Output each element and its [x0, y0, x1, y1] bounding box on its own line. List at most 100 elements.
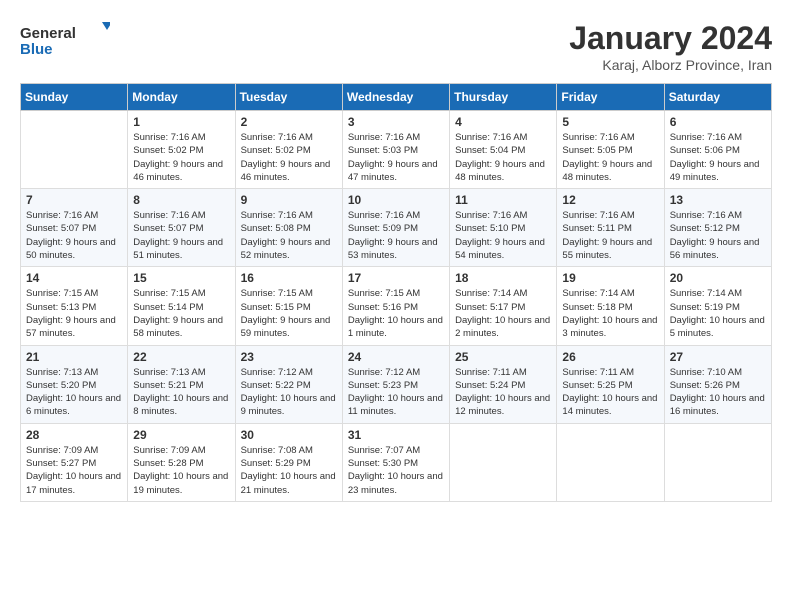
subtitle: Karaj, Alborz Province, Iran [569, 57, 772, 73]
day-number: 4 [455, 115, 551, 129]
day-number: 1 [133, 115, 229, 129]
calendar-cell: 3Sunrise: 7:16 AMSunset: 5:03 PMDaylight… [342, 111, 449, 189]
day-number: 15 [133, 271, 229, 285]
day-number: 3 [348, 115, 444, 129]
cell-content: Sunrise: 7:12 AMSunset: 5:23 PMDaylight:… [348, 366, 444, 419]
header: General Blue January 2024 Karaj, Alborz … [20, 20, 772, 73]
cell-content: Sunrise: 7:16 AMSunset: 5:11 PMDaylight:… [562, 209, 658, 262]
main-title: January 2024 [569, 20, 772, 57]
header-day-monday: Monday [128, 84, 235, 111]
header-day-saturday: Saturday [664, 84, 771, 111]
cell-content: Sunrise: 7:11 AMSunset: 5:25 PMDaylight:… [562, 366, 658, 419]
svg-text:General: General [20, 25, 76, 42]
day-number: 18 [455, 271, 551, 285]
day-number: 21 [26, 350, 122, 364]
day-number: 29 [133, 428, 229, 442]
calendar-cell: 5 Sunrise: 7:16 AMSunset: 5:05 PMDaylight… [557, 111, 664, 189]
cell-content: Sunrise: 7:15 AMSunset: 5:13 PMDaylight:… [26, 287, 122, 340]
logo: General Blue [20, 20, 110, 60]
cell-content: Sunrise: 7:11 AMSunset: 5:24 PMDaylight:… [455, 366, 551, 419]
cell-content: Sunrise: 7:16 AMSunset: 5:09 PMDaylight:… [348, 209, 444, 262]
cell-content: Sunrise: 7:15 AMSunset: 5:16 PMDaylight:… [348, 287, 444, 340]
day-number: 22 [133, 350, 229, 364]
week-row-1: 7 Sunrise: 7:16 AMSunset: 5:07 PMDaylight… [21, 189, 772, 267]
week-row-4: 28 Sunrise: 7:09 AMSunset: 5:27 PMDayligh… [21, 423, 772, 501]
calendar-cell: 26 Sunrise: 7:11 AMSunset: 5:25 PMDayligh… [557, 345, 664, 423]
header-day-thursday: Thursday [450, 84, 557, 111]
cell-content: Sunrise: 7:16 AMSunset: 5:12 PMDaylight:… [670, 209, 766, 262]
day-number: 26 [562, 350, 658, 364]
calendar-cell [450, 423, 557, 501]
calendar-cell: 20 Sunrise: 7:14 AMSunset: 5:19 PMDayligh… [664, 267, 771, 345]
cell-content: Sunrise: 7:16 AMSunset: 5:05 PMDaylight:… [562, 131, 658, 184]
calendar-cell: 31Sunrise: 7:07 AMSunset: 5:30 PMDayligh… [342, 423, 449, 501]
cell-content: Sunrise: 7:16 AMSunset: 5:07 PMDaylight:… [26, 209, 122, 262]
day-number: 17 [348, 271, 444, 285]
week-row-2: 14 Sunrise: 7:15 AMSunset: 5:13 PMDayligh… [21, 267, 772, 345]
cell-content: Sunrise: 7:13 AMSunset: 5:21 PMDaylight:… [133, 366, 229, 419]
cell-content: Sunrise: 7:14 AMSunset: 5:18 PMDaylight:… [562, 287, 658, 340]
day-number: 25 [455, 350, 551, 364]
cell-content: Sunrise: 7:07 AMSunset: 5:30 PMDaylight:… [348, 444, 444, 497]
day-number: 6 [670, 115, 766, 129]
title-area: January 2024 Karaj, Alborz Province, Ira… [569, 20, 772, 73]
cell-content: Sunrise: 7:14 AMSunset: 5:19 PMDaylight:… [670, 287, 766, 340]
calendar-cell: 13Sunrise: 7:16 AMSunset: 5:12 PMDayligh… [664, 189, 771, 267]
calendar-cell: 19Sunrise: 7:14 AMSunset: 5:18 PMDayligh… [557, 267, 664, 345]
svg-text:Blue: Blue [20, 41, 53, 58]
calendar-cell: 10 Sunrise: 7:16 AMSunset: 5:09 PMDayligh… [342, 189, 449, 267]
day-number: 2 [241, 115, 337, 129]
day-number: 30 [241, 428, 337, 442]
cell-content: Sunrise: 7:08 AMSunset: 5:29 PMDaylight:… [241, 444, 337, 497]
calendar-cell: 25 Sunrise: 7:11 AMSunset: 5:24 PMDayligh… [450, 345, 557, 423]
calendar-cell: 4 Sunrise: 7:16 AMSunset: 5:04 PMDaylight… [450, 111, 557, 189]
calendar-cell: 11Sunrise: 7:16 AMSunset: 5:10 PMDayligh… [450, 189, 557, 267]
header-day-wednesday: Wednesday [342, 84, 449, 111]
day-number: 5 [562, 115, 658, 129]
calendar-cell: 1 Sunrise: 7:16 AMSunset: 5:02 PMDaylight… [128, 111, 235, 189]
calendar-cell: 2 Sunrise: 7:16 AMSunset: 5:02 PMDaylight… [235, 111, 342, 189]
calendar-cell [557, 423, 664, 501]
header-day-tuesday: Tuesday [235, 84, 342, 111]
calendar-cell: 24 Sunrise: 7:12 AMSunset: 5:23 PMDayligh… [342, 345, 449, 423]
cell-content: Sunrise: 7:15 AMSunset: 5:14 PMDaylight:… [133, 287, 229, 340]
header-row: SundayMondayTuesdayWednesdayThursdayFrid… [21, 84, 772, 111]
day-number: 10 [348, 193, 444, 207]
day-number: 14 [26, 271, 122, 285]
calendar-cell: 23 Sunrise: 7:12 AMSunset: 5:22 PMDayligh… [235, 345, 342, 423]
week-row-0: 1 Sunrise: 7:16 AMSunset: 5:02 PMDaylight… [21, 111, 772, 189]
header-day-sunday: Sunday [21, 84, 128, 111]
day-number: 8 [133, 193, 229, 207]
day-number: 7 [26, 193, 122, 207]
calendar-cell [664, 423, 771, 501]
day-number: 20 [670, 271, 766, 285]
day-number: 27 [670, 350, 766, 364]
cell-content: Sunrise: 7:09 AMSunset: 5:27 PMDaylight:… [26, 444, 122, 497]
calendar-cell: 17 Sunrise: 7:15 AMSunset: 5:16 PMDayligh… [342, 267, 449, 345]
cell-content: Sunrise: 7:16 AMSunset: 5:04 PMDaylight:… [455, 131, 551, 184]
calendar-table: SundayMondayTuesdayWednesdayThursdayFrid… [20, 83, 772, 502]
calendar-cell: 29 Sunrise: 7:09 AMSunset: 5:28 PMDayligh… [128, 423, 235, 501]
cell-content: Sunrise: 7:10 AMSunset: 5:26 PMDaylight:… [670, 366, 766, 419]
calendar-cell: 22 Sunrise: 7:13 AMSunset: 5:21 PMDayligh… [128, 345, 235, 423]
calendar-cell: 12 Sunrise: 7:16 AMSunset: 5:11 PMDayligh… [557, 189, 664, 267]
cell-content: Sunrise: 7:14 AMSunset: 5:17 PMDaylight:… [455, 287, 551, 340]
cell-content: Sunrise: 7:16 AMSunset: 5:07 PMDaylight:… [133, 209, 229, 262]
calendar-cell: 28 Sunrise: 7:09 AMSunset: 5:27 PMDayligh… [21, 423, 128, 501]
cell-content: Sunrise: 7:12 AMSunset: 5:22 PMDaylight:… [241, 366, 337, 419]
day-number: 9 [241, 193, 337, 207]
week-row-3: 21Sunrise: 7:13 AMSunset: 5:20 PMDayligh… [21, 345, 772, 423]
cell-content: Sunrise: 7:09 AMSunset: 5:28 PMDaylight:… [133, 444, 229, 497]
cell-content: Sunrise: 7:15 AMSunset: 5:15 PMDaylight:… [241, 287, 337, 340]
cell-content: Sunrise: 7:16 AMSunset: 5:02 PMDaylight:… [241, 131, 337, 184]
cell-content: Sunrise: 7:16 AMSunset: 5:02 PMDaylight:… [133, 131, 229, 184]
calendar-cell: 15 Sunrise: 7:15 AMSunset: 5:14 PMDayligh… [128, 267, 235, 345]
day-number: 23 [241, 350, 337, 364]
day-number: 24 [348, 350, 444, 364]
calendar-cell: 16Sunrise: 7:15 AMSunset: 5:15 PMDayligh… [235, 267, 342, 345]
calendar-cell: 27 Sunrise: 7:10 AMSunset: 5:26 PMDayligh… [664, 345, 771, 423]
calendar-cell: 8 Sunrise: 7:16 AMSunset: 5:07 PMDaylight… [128, 189, 235, 267]
day-number: 12 [562, 193, 658, 207]
day-number: 28 [26, 428, 122, 442]
calendar-cell: 14 Sunrise: 7:15 AMSunset: 5:13 PMDayligh… [21, 267, 128, 345]
